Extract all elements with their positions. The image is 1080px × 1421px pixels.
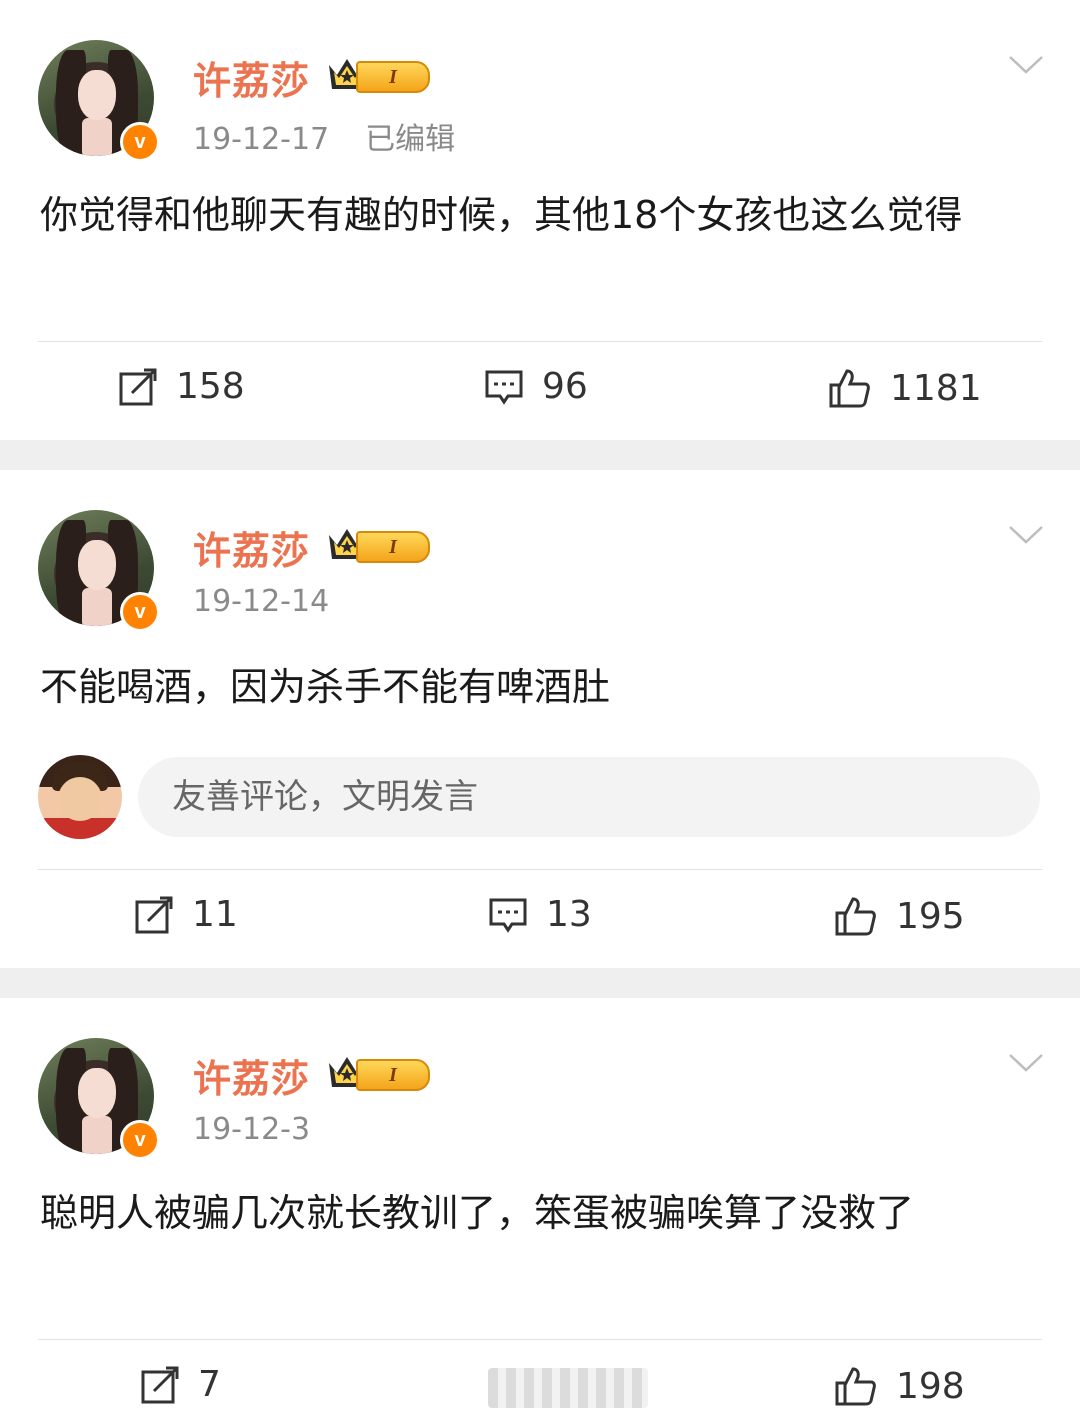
comment-count: 13 (546, 894, 592, 935)
repost-count: 7 (198, 1364, 221, 1405)
like-count: 198 (896, 1365, 965, 1407)
comment-count: 96 (542, 366, 588, 407)
vip-badge[interactable]: I (326, 55, 430, 95)
vip-badge[interactable]: I (326, 525, 430, 565)
divider (38, 341, 1042, 342)
like-count: 1181 (890, 367, 982, 409)
comment-icon (485, 370, 523, 405)
vip-level-label: I (356, 61, 430, 93)
edited-label: 已编辑 (365, 122, 456, 157)
post-text: 你觉得和他聊天有趣的时候，其他18个女孩也这么觉得 (40, 193, 963, 237)
vip-badge[interactable]: I (326, 1053, 430, 1093)
divider (38, 869, 1042, 870)
post-meta: 19-12-14 (193, 584, 329, 619)
post-meta: 19-12-17 已编辑 (193, 114, 455, 158)
thumbs-up-icon (835, 897, 876, 936)
chevron-down-icon[interactable] (1008, 524, 1044, 546)
author-name[interactable]: 许荔莎 (193, 50, 310, 105)
post-date: 19-12-17 (193, 122, 330, 157)
repost-button[interactable]: 158 (118, 366, 245, 407)
like-button[interactable]: 1181 (828, 366, 982, 410)
like-count: 195 (896, 895, 965, 937)
verified-badge-icon: v (120, 1120, 160, 1160)
obscured-comment-area (488, 1368, 648, 1408)
like-button[interactable]: 198 (834, 1364, 965, 1408)
post-date: 19-12-3 (193, 1112, 311, 1147)
post-meta: 19-12-3 (193, 1112, 310, 1147)
comment-icon (489, 898, 527, 933)
repost-count: 158 (176, 366, 245, 407)
vip-level-label: I (356, 1059, 430, 1091)
weibo-post-card: v 许荔莎 I 19-12-17 已编辑 你觉得和他聊天有趣的时候，其他18个女孩… (0, 0, 1080, 440)
comment-button[interactable]: 96 (484, 366, 588, 407)
verified-badge-icon: v (120, 122, 160, 162)
repost-button[interactable]: 7 (140, 1364, 221, 1405)
chevron-down-icon[interactable] (1008, 54, 1044, 76)
divider (38, 1339, 1042, 1340)
weibo-post-card: v 许荔莎 I 19-12-14 不能喝酒，因为杀手不能有啤酒肚 友善评论，文明… (0, 470, 1080, 968)
verified-badge-icon: v (120, 592, 160, 632)
thumbs-up-icon (835, 1367, 876, 1406)
current-user-avatar[interactable] (38, 755, 122, 839)
post-text: 不能喝酒，因为杀手不能有啤酒肚 (40, 665, 611, 709)
comment-button[interactable]: 13 (488, 894, 592, 935)
chevron-down-icon[interactable] (1008, 1052, 1044, 1074)
comment-input[interactable]: 友善评论，文明发言 (138, 757, 1040, 837)
thumbs-up-icon (829, 369, 870, 408)
post-text: 聪明人被骗几次就长教训了，笨蛋被骗唉算了没救了 (40, 1191, 915, 1235)
repost-button[interactable]: 11 (134, 894, 238, 935)
repost-count: 11 (192, 894, 238, 935)
repost-icon (141, 1366, 179, 1403)
repost-icon (119, 368, 157, 405)
author-name[interactable]: 许荔莎 (193, 520, 310, 575)
repost-icon (135, 896, 173, 933)
weibo-post-card: v 许荔莎 I 19-12-3 聪明人被骗几次就长教训了，笨蛋被骗唉算了没救了 … (0, 998, 1080, 1421)
like-button[interactable]: 195 (834, 894, 965, 938)
post-date: 19-12-14 (193, 584, 330, 619)
author-name[interactable]: 许荔莎 (193, 1048, 310, 1103)
vip-level-label: I (356, 531, 430, 563)
